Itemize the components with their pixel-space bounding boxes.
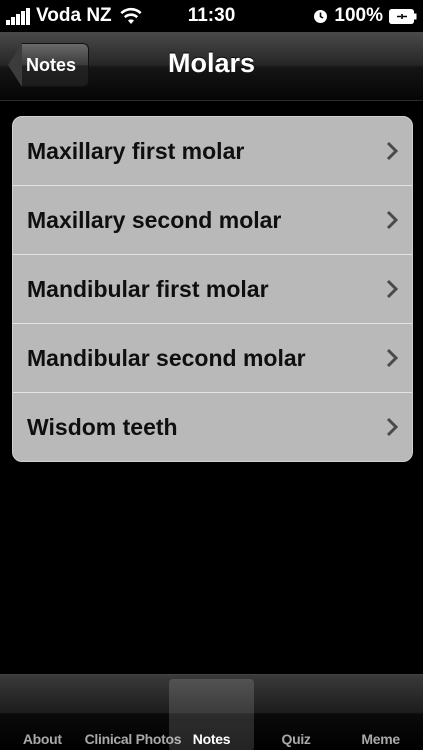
battery-charging-icon [389,8,417,24]
list-item[interactable]: Mandibular second molar [13,324,412,393]
tab-label: Notes [192,731,231,747]
alarm-clock-icon [314,9,328,23]
tab-meme[interactable]: Meme [338,675,423,750]
chevron-right-icon [386,348,398,368]
list-item-label: Maxillary first molar [27,137,245,164]
chevron-right-icon [386,279,398,299]
tab-clinical-photos[interactable]: Clinical Photos [84,675,182,750]
screen: Voda NZ 11:30 100% Notes Molars Maxillar… [0,0,423,750]
battery-percent: 100% [334,5,383,26]
tab-label: About [22,731,62,747]
tab-notes[interactable]: Notes [169,679,254,750]
molar-list: Maxillary first molar Maxillary second m… [12,116,413,462]
status-bar: Voda NZ 11:30 100% [0,0,423,32]
status-right: 100% [313,5,417,27]
tab-bar: About Clinical Photos Notes Quiz Meme [0,674,423,750]
tab-quiz[interactable]: Quiz [254,675,339,750]
chevron-right-icon [386,210,398,230]
page-title: Molars [167,48,256,78]
tab-label: Meme [361,731,400,747]
list-item[interactable]: Maxillary second molar [13,186,412,255]
chevron-right-icon [386,141,398,161]
tab-label: Quiz [281,731,311,747]
list-item-label: Mandibular first molar [27,275,269,302]
list-item[interactable]: Maxillary first molar [13,117,412,186]
tab-label: Clinical Photos [84,731,182,747]
list-item-label: Maxillary second molar [27,206,282,233]
list-item[interactable]: Wisdom teeth [13,393,412,461]
list-item[interactable]: Mandibular first molar [13,255,412,324]
list-item-label: Mandibular second molar [27,344,306,371]
list-item-label: Wisdom teeth [27,413,178,440]
chevron-right-icon [386,417,398,437]
navigation-bar: Notes Molars [0,32,423,101]
tab-about[interactable]: About [0,675,85,750]
